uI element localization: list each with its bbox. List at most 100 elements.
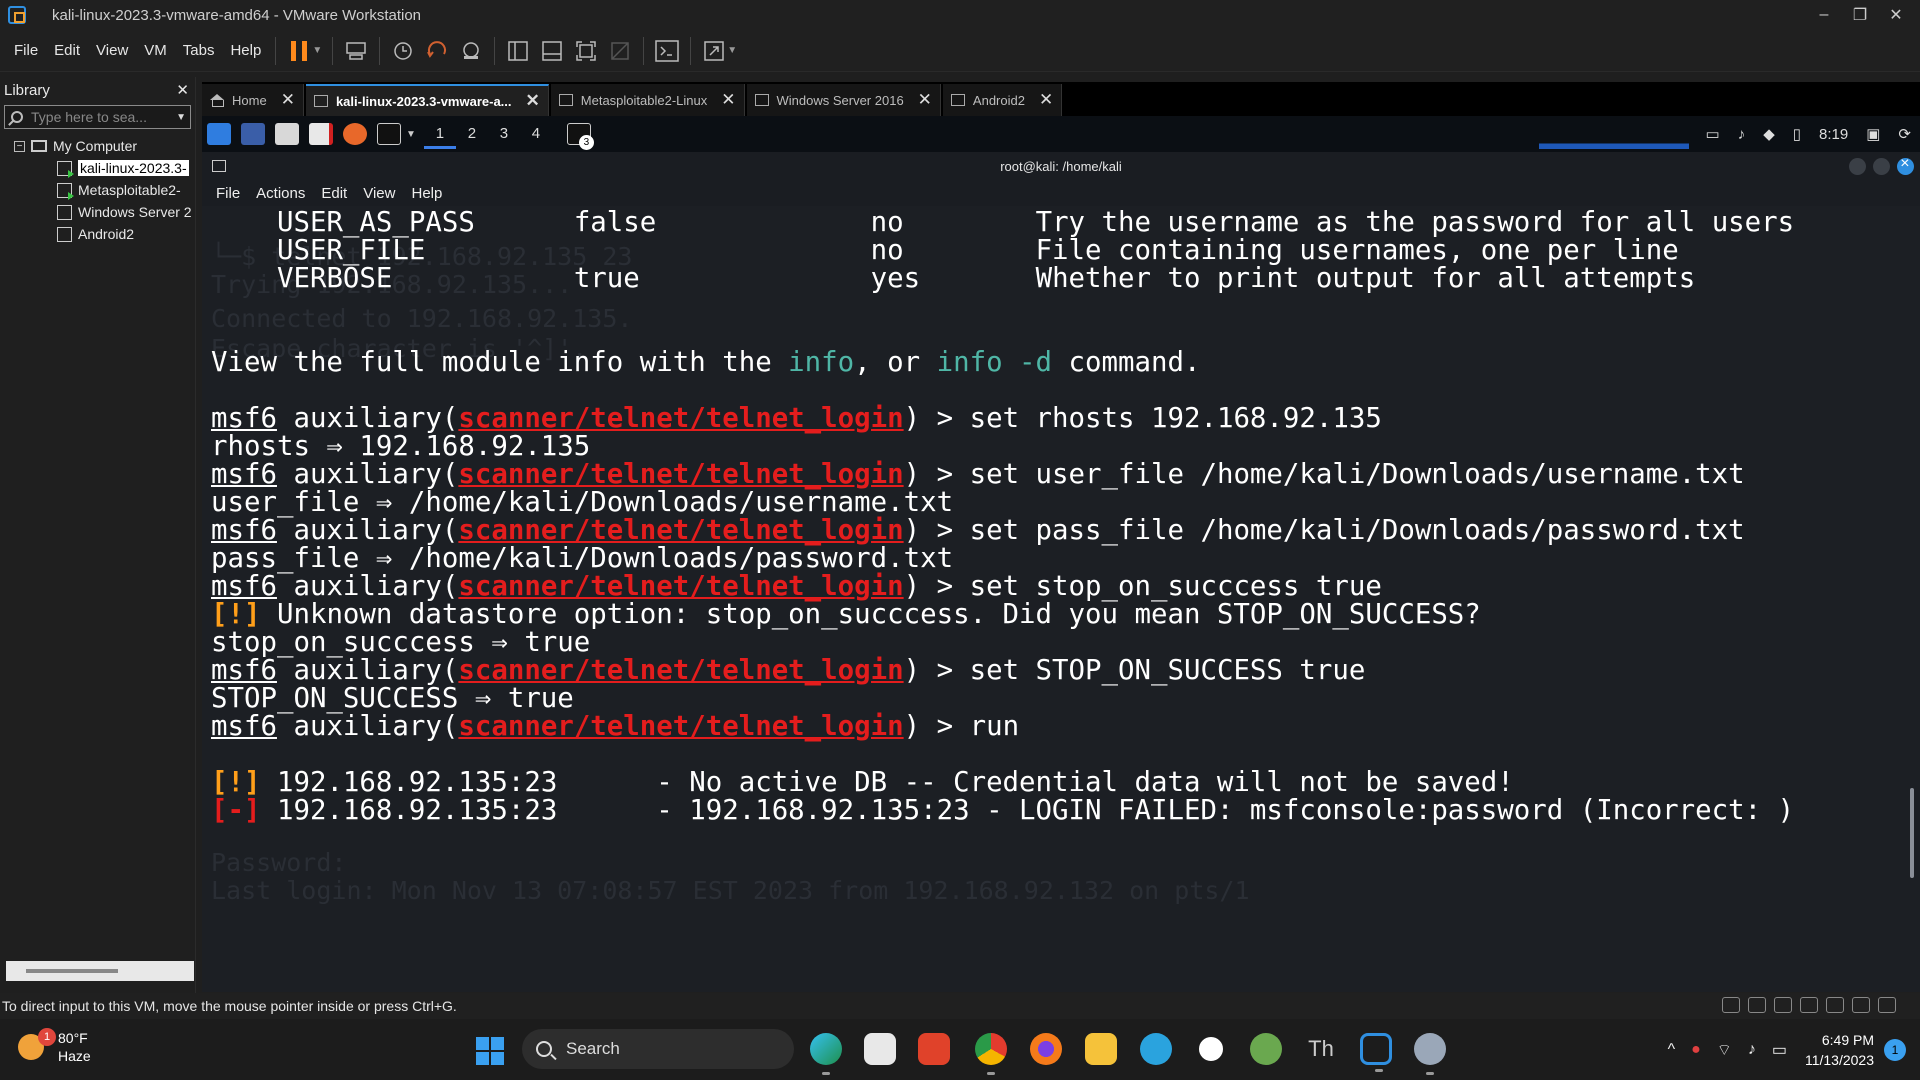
menu-help[interactable]: Help	[222, 42, 269, 59]
terminal-launcher-icon[interactable]	[377, 123, 401, 145]
snapshot-button[interactable]	[386, 34, 420, 68]
tab-metasploitable2[interactable]: Metasploitable2-Linux ✕	[550, 84, 745, 116]
text-app-icon[interactable]: Th	[1305, 1033, 1337, 1065]
tab-home[interactable]: Home ✕	[202, 84, 304, 116]
library-close-icon[interactable]: ✕	[176, 81, 189, 99]
library-horizontal-scrollbar[interactable]	[6, 961, 194, 981]
workspace-4[interactable]: 4	[520, 119, 552, 149]
workspace-3[interactable]: 3	[488, 119, 520, 149]
workspace-1[interactable]: 1	[423, 119, 456, 149]
tree-root-my-computer[interactable]: − My Computer	[0, 135, 195, 157]
terminal-menu-view[interactable]: View	[363, 185, 395, 202]
workspace-2[interactable]: 2	[456, 119, 488, 149]
wifi-icon[interactable]: ⌔	[1717, 1040, 1732, 1060]
taskbar-search[interactable]: Search	[522, 1029, 794, 1069]
collapse-icon[interactable]: −	[14, 140, 25, 152]
volume-icon[interactable]: ♪	[1738, 126, 1746, 143]
terminal-close-button[interactable]	[1897, 155, 1914, 175]
microsoft-store-icon[interactable]	[864, 1033, 896, 1065]
terminal-menu-edit[interactable]: Edit	[321, 185, 347, 202]
whatsapp-icon[interactable]	[1195, 1033, 1227, 1065]
firefox-icon[interactable]	[343, 123, 367, 145]
weather-widget[interactable]: 1 80°F Haze	[18, 1028, 91, 1065]
library-search-input[interactable]: Type here to sea... ▼	[4, 105, 191, 129]
edge-icon[interactable]	[810, 1033, 842, 1075]
app-icon[interactable]	[1250, 1033, 1282, 1065]
brave-icon[interactable]	[918, 1033, 950, 1065]
notification-bell-icon[interactable]: ◆	[1763, 125, 1775, 143]
power-icon[interactable]: ⟳	[1898, 125, 1911, 143]
revert-snapshot-button[interactable]	[420, 34, 454, 68]
show-hidden-icons-chevron-icon[interactable]: ^	[1668, 1041, 1676, 1059]
terminal-minimize-button[interactable]	[1849, 158, 1866, 175]
notification-count-badge[interactable]: 1	[1884, 1038, 1906, 1061]
menu-view[interactable]: View	[88, 42, 136, 59]
tree-item-android2[interactable]: Android2	[0, 223, 195, 245]
full-screen-button[interactable]	[569, 34, 603, 68]
scrollbar-thumb[interactable]	[26, 969, 118, 973]
menu-file[interactable]: File	[0, 42, 46, 59]
tree-item-metasploitable2[interactable]: Metasploitable2-	[0, 179, 195, 201]
message-log-icon[interactable]	[1878, 997, 1896, 1013]
tab-close-icon[interactable]: ✕	[721, 90, 735, 110]
terminal-task-button[interactable]: 3	[562, 123, 596, 150]
tab-close-icon[interactable]: ✕	[281, 90, 295, 110]
display-icon[interactable]: ▭	[1706, 125, 1720, 143]
terminal-menu-file[interactable]: File	[216, 185, 240, 202]
hard-disk-icon[interactable]	[1722, 997, 1740, 1013]
vmware-taskbar-icon[interactable]	[1360, 1033, 1392, 1072]
telegram-icon[interactable]	[1140, 1033, 1172, 1065]
tab-kali-linux[interactable]: kali-linux-2023.3-vmware-a... ✕	[305, 84, 549, 116]
show-desktop-icon[interactable]	[241, 123, 265, 145]
terminal-maximize-button[interactable]	[1873, 158, 1890, 175]
security-alert-icon[interactable]: ●	[1691, 1041, 1701, 1059]
cd-drive-icon[interactable]	[1748, 997, 1766, 1013]
menu-edit[interactable]: Edit	[46, 42, 88, 59]
tab-android2[interactable]: Android2 ✕	[942, 84, 1063, 116]
battery-icon[interactable]: ▯	[1793, 125, 1801, 143]
taskbar-clock[interactable]: 6:49 PM 11/13/2023	[1805, 1030, 1874, 1070]
menu-tabs[interactable]: Tabs	[175, 42, 223, 59]
settings-gear-icon[interactable]	[1414, 1033, 1446, 1075]
tab-windows-server-2016[interactable]: Windows Server 2016 ✕	[746, 84, 941, 116]
unity-button[interactable]	[603, 34, 637, 68]
network-adapter-icon[interactable]	[1774, 997, 1792, 1013]
tab-close-icon[interactable]: ✕	[1039, 90, 1053, 110]
text-editor-icon[interactable]	[309, 123, 333, 145]
battery-icon[interactable]: ▭	[1772, 1040, 1787, 1060]
pause-button[interactable]	[282, 34, 316, 68]
menu-vm[interactable]: VM	[136, 42, 175, 59]
sound-card-icon[interactable]	[1800, 997, 1818, 1013]
console-view-button[interactable]	[650, 34, 684, 68]
search-dropdown-icon[interactable]: ▼	[176, 112, 186, 123]
close-window-button[interactable]: ✕	[1878, 0, 1914, 30]
snapshot-manager-button[interactable]	[454, 34, 488, 68]
display-settings-icon[interactable]	[1852, 997, 1870, 1013]
restore-button[interactable]: ❐	[1842, 0, 1878, 30]
stretch-guest-button[interactable]	[697, 34, 731, 68]
terminal-menu-help[interactable]: Help	[411, 185, 442, 202]
tab-close-icon[interactable]: ✕	[526, 91, 540, 111]
tab-close-icon[interactable]: ✕	[918, 90, 932, 110]
launcher-dropdown-icon[interactable]: ▼	[406, 129, 416, 140]
file-manager-icon[interactable]	[275, 123, 299, 145]
stretch-dropdown-icon[interactable]: ▼	[727, 45, 737, 56]
start-button[interactable]	[476, 1037, 504, 1065]
panel-clock[interactable]: 8:19	[1819, 126, 1848, 143]
tree-item-kali[interactable]: kali-linux-2023.3-	[0, 157, 195, 179]
file-explorer-icon[interactable]	[1085, 1033, 1117, 1065]
thumbnail-bar-button[interactable]	[535, 34, 569, 68]
send-ctrl-alt-del-button[interactable]	[339, 34, 373, 68]
minimize-button[interactable]: –	[1806, 0, 1842, 30]
firefox-icon[interactable]	[1030, 1033, 1062, 1065]
terminal-menu-actions[interactable]: Actions	[256, 185, 305, 202]
show-library-button[interactable]	[501, 34, 535, 68]
tree-item-windows-server[interactable]: Windows Server 2	[0, 201, 195, 223]
kali-menu-icon[interactable]	[207, 123, 231, 145]
speaker-icon[interactable]: ♪	[1748, 1041, 1756, 1059]
usb-icon[interactable]	[1826, 997, 1844, 1013]
terminal-scrollbar[interactable]	[1910, 788, 1914, 878]
terminal-output[interactable]: └─$ telnet 192.168.92.135 23 Trying 192.…	[202, 206, 1920, 992]
lock-icon[interactable]: ▣	[1866, 125, 1880, 143]
chrome-icon[interactable]	[975, 1033, 1007, 1075]
